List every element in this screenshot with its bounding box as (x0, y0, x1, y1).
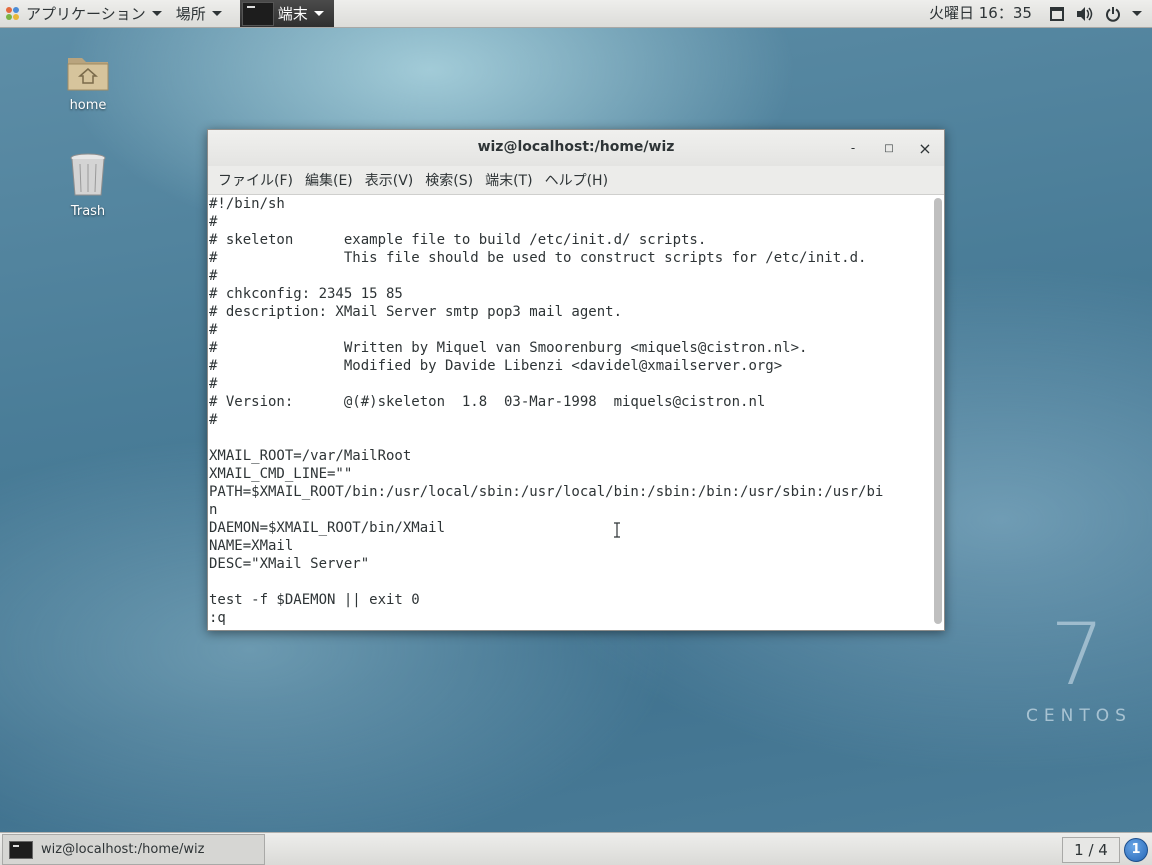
chevron-down-icon (211, 11, 222, 16)
terminal-line: # description: XMail Server smtp pop3 ma… (209, 304, 623, 320)
centos-logo-number: 7 (1050, 605, 1105, 705)
terminal-line: # skeleton example file to build /etc/in… (209, 232, 707, 248)
terminal-line: # (209, 376, 218, 392)
folder-icon (66, 52, 110, 92)
terminal-app-label: 端末 (277, 5, 308, 23)
workspace-pager[interactable]: 1 / 4 (1062, 837, 1120, 863)
terminal-line: XMAIL_CMD_LINE="" (209, 466, 353, 482)
bottom-panel: wiz@localhost:/home/wiz 1 / 4 1 (0, 832, 1152, 865)
terminal-line: # Modified by Davide Libenzi <davidel@xm… (209, 358, 783, 374)
places-menu-label: 場所 (175, 5, 206, 23)
taskbar-window-label: wiz@localhost:/home/wiz (41, 842, 205, 857)
notification-badge[interactable]: 1 (1124, 838, 1148, 862)
menu-edit[interactable]: 編集(E) (299, 170, 359, 190)
menu-search[interactable]: 検索(S) (419, 170, 479, 190)
minimize-button[interactable]: - (842, 137, 864, 159)
terminal-line: # (209, 322, 218, 338)
desktop-trash-label: Trash (70, 204, 106, 219)
terminal-line: # chkconfig: 2345 15 85 (209, 286, 403, 302)
menu-view[interactable]: 表示(V) (359, 170, 420, 190)
terminal-line: # Written by Miquel van Smoorenburg <miq… (209, 340, 808, 356)
terminal-line: #!/bin/sh (209, 196, 285, 212)
window-title: wiz@localhost:/home/wiz (477, 139, 675, 155)
clock[interactable]: 火曜日 16：35 (929, 0, 1032, 27)
terminal-line: # (209, 214, 218, 230)
minimize-icon: - (850, 141, 856, 155)
terminal-line: # (209, 268, 218, 284)
terminal-line: test -f $DAEMON || exit 0 (209, 592, 420, 608)
system-tray[interactable] (1048, 0, 1142, 27)
taskbar-window-button[interactable]: wiz@localhost:/home/wiz (2, 834, 265, 865)
close-icon: × (918, 138, 932, 158)
power-icon[interactable] (1104, 5, 1122, 23)
terminal-line: :q (209, 610, 226, 626)
terminal-line: n (209, 502, 218, 518)
maximize-button[interactable]: □ (878, 137, 900, 159)
top-panel: アプリケーション 場所 端末 火曜日 16：35 (0, 0, 1152, 28)
apps-icon (6, 6, 20, 21)
terminal-line: PATH=$XMAIL_ROOT/bin:/usr/local/sbin:/us… (209, 484, 884, 500)
places-menu[interactable]: 場所 (170, 0, 230, 27)
text-cursor-icon (613, 522, 621, 538)
chevron-down-icon (313, 11, 324, 16)
applications-menu[interactable]: アプリケーション (0, 0, 170, 27)
desktop-home-icon[interactable]: home (48, 52, 128, 113)
close-button[interactable]: × (914, 137, 936, 159)
terminal-output[interactable]: #!/bin/sh # # skeleton example file to b… (208, 195, 930, 629)
window-titlebar[interactable]: wiz@localhost:/home/wiz - □ × (208, 130, 944, 166)
terminal-line: DAEMON=$XMAIL_ROOT/bin/XMail (209, 520, 446, 536)
terminal-line: DESC="XMail Server" (209, 556, 370, 572)
maximize-icon: □ (884, 142, 894, 154)
volume-icon[interactable] (1076, 5, 1094, 23)
desktop-home-label: home (69, 98, 107, 113)
window-icon[interactable] (1048, 5, 1066, 23)
terminal-app-menu[interactable]: 端末 (239, 0, 334, 27)
desktop-trash-icon[interactable]: Trash (48, 152, 128, 219)
applications-menu-label: アプリケーション (26, 5, 146, 23)
chevron-down-icon (151, 11, 162, 16)
menu-terminal[interactable]: 端末(T) (479, 170, 538, 190)
trash-icon (68, 152, 108, 198)
menu-help[interactable]: ヘルプ(H) (539, 170, 614, 190)
terminal-icon (9, 840, 33, 859)
terminal-icon (241, 1, 274, 26)
terminal-line: # Version: @(#)skeleton 1.8 03-Mar-1998 … (209, 394, 766, 410)
terminal-scrollbar[interactable] (934, 198, 942, 624)
window-menubar: ファイル(F) 編集(E) 表示(V) 検索(S) 端末(T) ヘルプ(H) (208, 166, 944, 195)
centos-logo-text: CENTOS (1026, 706, 1132, 726)
chevron-down-icon[interactable] (1132, 11, 1142, 16)
terminal-line: # This file should be used to construct … (209, 250, 867, 266)
terminal-line: # (209, 412, 218, 428)
terminal-window[interactable]: wiz@localhost:/home/wiz - □ × ファイル(F) 編集… (207, 129, 945, 631)
menu-file[interactable]: ファイル(F) (212, 170, 299, 190)
terminal-line: NAME=XMail (209, 538, 294, 554)
terminal-line: XMAIL_ROOT=/var/MailRoot (209, 448, 412, 464)
